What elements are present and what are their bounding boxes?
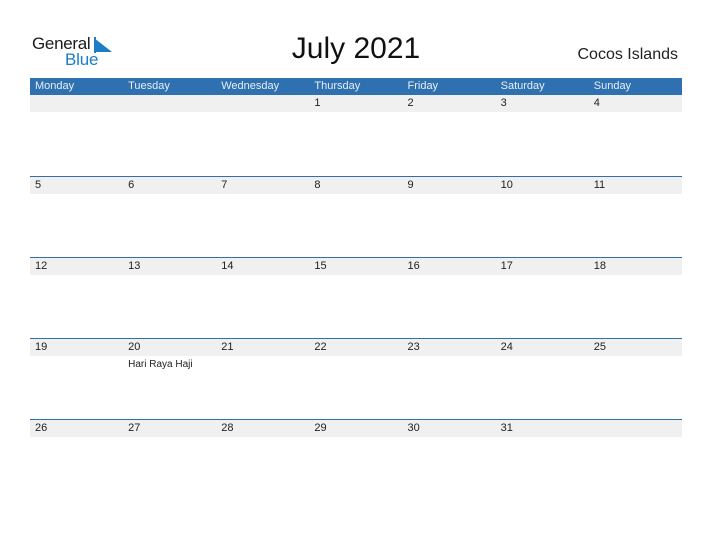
- day-number: 30: [407, 422, 420, 434]
- day-cell: 22: [309, 339, 402, 356]
- day-cell: 31: [496, 420, 589, 437]
- day-number: 16: [407, 260, 420, 272]
- day-number: 25: [593, 341, 606, 353]
- day-cell: 13: [123, 258, 216, 275]
- day-cell: 1: [309, 95, 402, 112]
- week-row: 26 27 28 29 30 31: [30, 419, 682, 500]
- day-number: 14: [221, 260, 234, 272]
- day-number: 9: [407, 179, 414, 191]
- week-row: 19 20 Hari Raya Haji 21 22 23 24 25: [30, 338, 682, 419]
- day-cell: 7: [216, 177, 309, 194]
- weekday-thursday: Thursday: [314, 80, 361, 92]
- day-cell: 12: [30, 258, 123, 275]
- day-cell: 15: [309, 258, 402, 275]
- day-cell: [123, 95, 216, 112]
- weekday-header: Monday Tuesday Wednesday Thursday Friday…: [30, 78, 682, 95]
- day-cell: 8: [309, 177, 402, 194]
- weekday-tuesday: Tuesday: [128, 80, 170, 92]
- date-strip: 12 13 14 15 16 17 18: [30, 258, 682, 275]
- weekday-monday: Monday: [35, 80, 75, 92]
- day-number: 11: [593, 179, 606, 191]
- day-cell: 2: [403, 95, 496, 112]
- day-cell: [30, 95, 123, 112]
- week-row: 12 13 14 15 16 17 18: [30, 257, 682, 338]
- day-number: 26: [35, 422, 48, 434]
- day-number: 21: [221, 341, 234, 353]
- day-number: 8: [314, 179, 321, 191]
- day-number: 6: [128, 179, 135, 191]
- day-number: 28: [221, 422, 234, 434]
- day-cell: 3: [496, 95, 589, 112]
- week-row: 5 6 7 8 9 10 11: [30, 176, 682, 257]
- day-cell: 14: [216, 258, 309, 275]
- weekday-friday: Friday: [407, 80, 439, 92]
- date-strip: 5 6 7 8 9 10 11: [30, 177, 682, 194]
- calendar-grid: Monday Tuesday Wednesday Thursday Friday…: [30, 78, 682, 500]
- day-number: 2: [407, 97, 414, 109]
- weekday-wednesday: Wednesday: [221, 80, 280, 92]
- day-number: 1: [314, 97, 321, 109]
- day-cell: 17: [496, 258, 589, 275]
- day-number: 31: [500, 422, 513, 434]
- day-cell: 23: [403, 339, 496, 356]
- day-cell: 19: [30, 339, 123, 356]
- day-cell: 9: [403, 177, 496, 194]
- holiday-event: Hari Raya Haji: [128, 359, 193, 370]
- day-cell: 6: [123, 177, 216, 194]
- day-cell: 25: [589, 339, 682, 356]
- day-number: 27: [128, 422, 141, 434]
- day-number: 19: [35, 341, 48, 353]
- day-number: 23: [407, 341, 420, 353]
- day-number: 18: [593, 260, 606, 272]
- day-number: 3: [500, 97, 507, 109]
- weekday-sunday: Sunday: [593, 80, 632, 92]
- weekday-saturday: Saturday: [500, 80, 545, 92]
- date-strip: 19 20 Hari Raya Haji 21 22 23 24 25: [30, 339, 682, 370]
- day-cell: 21: [216, 339, 309, 356]
- day-cell: 27: [123, 420, 216, 437]
- day-cell: 4: [589, 95, 682, 112]
- day-cell: 28: [216, 420, 309, 437]
- day-cell: [216, 95, 309, 112]
- day-cell: 16: [403, 258, 496, 275]
- day-number: 20: [128, 341, 141, 353]
- day-cell: [589, 420, 682, 437]
- country-label: Cocos Islands: [577, 46, 679, 63]
- week-row: 1 2 3 4: [30, 95, 682, 176]
- day-number: 22: [314, 341, 327, 353]
- date-strip: 1 2 3 4: [30, 95, 682, 112]
- day-cell: 10: [496, 177, 589, 194]
- day-cell: 20 Hari Raya Haji: [123, 339, 216, 370]
- day-cell: 18: [589, 258, 682, 275]
- day-number: 10: [500, 179, 513, 191]
- date-strip: 26 27 28 29 30 31: [30, 420, 682, 437]
- day-cell: 30: [403, 420, 496, 437]
- day-cell: 26: [30, 420, 123, 437]
- day-number: 17: [500, 260, 513, 272]
- day-number: 24: [500, 341, 513, 353]
- day-cell: 29: [309, 420, 402, 437]
- day-number: 15: [314, 260, 327, 272]
- day-number: 4: [593, 97, 600, 109]
- day-number: 5: [35, 179, 42, 191]
- day-cell: 5: [30, 177, 123, 194]
- day-cell: 24: [496, 339, 589, 356]
- day-cell: 11: [589, 177, 682, 194]
- day-number: 12: [35, 260, 48, 272]
- day-number: 7: [221, 179, 228, 191]
- day-number: 13: [128, 260, 141, 272]
- day-number: 29: [314, 422, 327, 434]
